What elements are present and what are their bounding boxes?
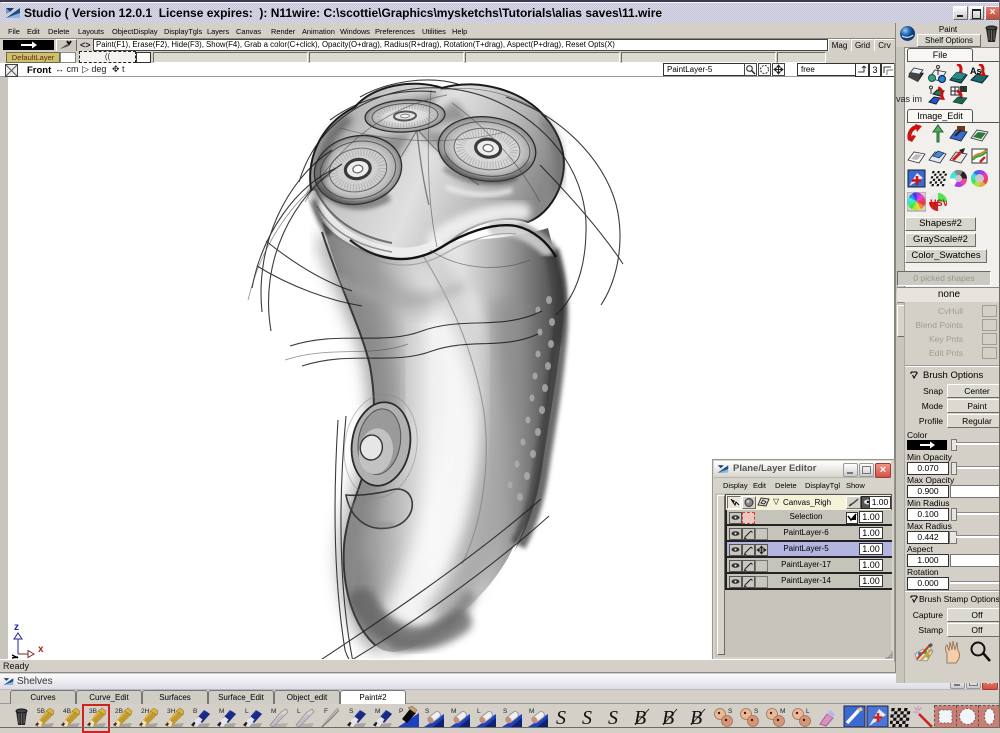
- svg-text:L: L: [806, 708, 810, 715]
- svg-text:M: M: [219, 708, 224, 715]
- svg-text:B: B: [634, 707, 646, 728]
- svg-text:4B: 4B: [63, 708, 71, 715]
- svg-text:2H: 2H: [141, 708, 150, 715]
- svg-text:M: M: [271, 708, 276, 715]
- svg-text:B: B: [690, 707, 702, 728]
- svg-text:P: P: [399, 708, 403, 715]
- svg-text:S: S: [425, 708, 430, 715]
- svg-text:S: S: [349, 708, 354, 715]
- svg-text:3H: 3H: [167, 708, 176, 715]
- svg-text:HSV: HSV: [930, 198, 947, 208]
- svg-text:B: B: [193, 708, 197, 715]
- svg-text:S: S: [582, 707, 592, 728]
- svg-text:2B: 2B: [115, 708, 123, 715]
- svg-text:S: S: [608, 707, 618, 728]
- svg-text:B: B: [662, 707, 674, 728]
- svg-text:M: M: [529, 708, 534, 715]
- svg-text:M: M: [375, 708, 380, 715]
- svg-text:S: S: [556, 707, 566, 728]
- svg-text:x: x: [38, 644, 44, 655]
- svg-text:As: As: [970, 66, 982, 76]
- svg-text:5B: 5B: [37, 708, 45, 715]
- svg-text:S: S: [503, 708, 508, 715]
- svg-text:z: z: [14, 622, 19, 633]
- svg-text:F: F: [324, 708, 328, 715]
- svg-text:L: L: [245, 708, 249, 715]
- svg-text:M: M: [451, 708, 456, 715]
- svg-text:L: L: [477, 708, 481, 715]
- svg-text:M: M: [780, 708, 785, 715]
- svg-text:S: S: [754, 708, 759, 715]
- svg-text:S: S: [728, 708, 733, 715]
- svg-text:L: L: [297, 708, 301, 715]
